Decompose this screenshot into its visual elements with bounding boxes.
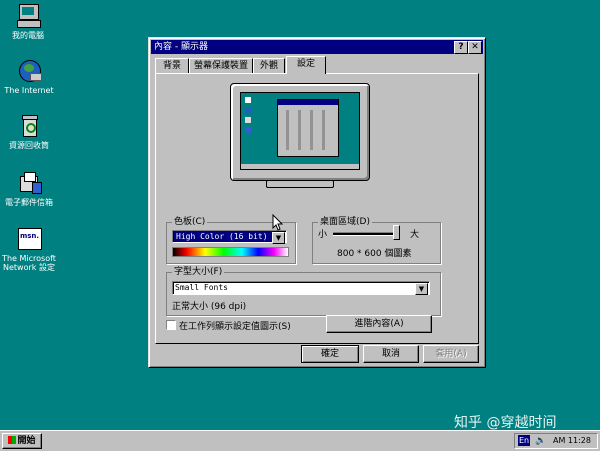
tab-settings[interactable]: 設定: [286, 56, 326, 74]
desktop-icon-label: 我的電腦: [12, 31, 44, 40]
font-size-value: Small Fonts: [175, 283, 228, 292]
desktop-icon-label: Network 設定: [3, 263, 55, 272]
cancel-button[interactable]: 取消: [363, 345, 419, 363]
monitor-screen: [240, 92, 360, 170]
clock[interactable]: AM 11:28: [553, 435, 591, 447]
msn-icon: msn.: [16, 226, 42, 252]
tab-appearance[interactable]: 外觀: [253, 58, 285, 73]
taskbar-icon-checkbox[interactable]: [166, 320, 176, 330]
computer-icon: [15, 3, 41, 29]
taskbar: 開始 En 🔈 AM 11:28: [0, 430, 600, 451]
start-label: 開始: [17, 436, 36, 446]
resolution-slider-track[interactable]: [333, 232, 399, 236]
resolution-slider-thumb[interactable]: [393, 225, 400, 240]
settings-panel: 色板(C) High Color (16 bit) ▼ 桌面區域(D) 小 大 …: [155, 73, 479, 344]
speaker-icon[interactable]: 🔈: [535, 435, 546, 447]
desktop-icon-label: 資源回收筒: [9, 141, 49, 150]
advanced-properties-button[interactable]: 進階內容(A): [326, 315, 432, 333]
color-palette-label: 色板(C): [172, 216, 208, 228]
desktop-icon-label: The Internet: [4, 86, 54, 95]
globe-icon: [16, 58, 42, 84]
windows-logo-icon: [8, 436, 17, 444]
color-palette-dropdown[interactable]: High Color (16 bit) ▼: [172, 230, 287, 244]
tab-screen-saver[interactable]: 螢幕保護裝置: [189, 58, 253, 73]
desktop-icon-internet[interactable]: The Internet: [0, 58, 61, 95]
desktop-icon-label: The Microsoft: [2, 254, 56, 263]
slider-min-label: 小: [318, 230, 328, 240]
desktop-area-group: 桌面區域(D) 小 大 800 * 600 個圖素: [312, 216, 441, 264]
system-tray: En 🔈 AM 11:28: [514, 433, 598, 449]
font-size-dropdown[interactable]: Small Fonts ▼: [172, 281, 430, 295]
color-spectrum-bar: [172, 247, 289, 257]
desktop-icon-label: 電子郵件信箱: [5, 198, 53, 207]
help-button[interactable]: ?: [454, 41, 468, 54]
title-bar[interactable]: 內容 - 顯示器 ? ✕: [151, 40, 483, 54]
desktop-icon-recycle-bin[interactable]: 資源回收筒: [0, 113, 61, 150]
color-palette-value: High Color (16 bit): [174, 231, 274, 242]
language-indicator[interactable]: En: [518, 435, 531, 446]
display-properties-window: 內容 - 顯示器 ? ✕ 背景 螢幕保護裝置 外觀 設定 色板(C) High …: [148, 37, 486, 368]
desktop-icon-my-computer[interactable]: 我的電腦: [0, 3, 60, 40]
chevron-down-icon[interactable]: ▼: [415, 283, 428, 295]
slider-max-label: 大: [410, 230, 420, 240]
monitor-preview: [230, 83, 376, 188]
font-size-group: 字型大小(F) Small Fonts ▼ 正常大小 (96 dpi): [166, 266, 441, 316]
font-size-note: 正常大小 (96 dpi): [172, 302, 247, 312]
font-size-label: 字型大小(F): [172, 266, 225, 278]
tab-background[interactable]: 背景: [155, 58, 189, 73]
mouse-cursor-icon: [272, 214, 284, 231]
desktop-icon-inbox[interactable]: 電子郵件信箱: [0, 170, 61, 207]
watermark-text: 知乎 @穿越时间: [454, 415, 557, 431]
resolution-value: 800 * 600 個圖素: [337, 249, 412, 259]
taskbar-icon-checkbox-label[interactable]: 在工作列顯示設定值圖示(S): [179, 319, 291, 332]
recycle-bin-icon: [16, 113, 42, 139]
inbox-icon: [16, 170, 42, 196]
apply-button[interactable]: 套用(A): [423, 345, 479, 363]
desktop-icon-msn-setup[interactable]: msn. The Microsoft Network 設定: [0, 226, 61, 272]
start-button[interactable]: 開始: [2, 433, 42, 449]
window-title: 內容 - 顯示器: [154, 42, 208, 52]
close-icon: ✕: [471, 42, 479, 52]
msn-badge: msn.: [19, 232, 40, 240]
ok-button[interactable]: 確定: [301, 345, 359, 363]
chevron-down-icon[interactable]: ▼: [272, 232, 285, 244]
close-button[interactable]: ✕: [468, 41, 482, 54]
